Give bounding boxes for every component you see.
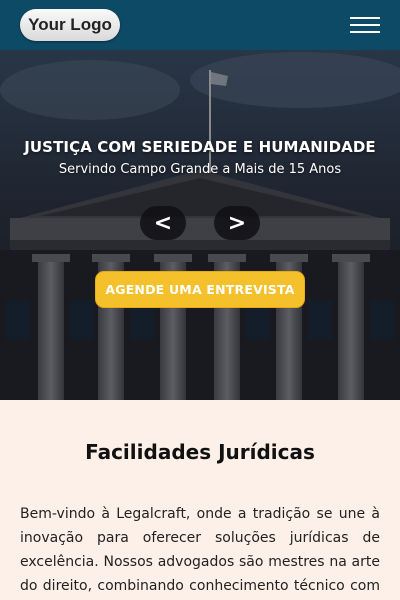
hero-overlay bbox=[0, 50, 400, 400]
slider-next-button[interactable]: > bbox=[214, 206, 260, 240]
menu-bar bbox=[350, 17, 380, 19]
schedule-interview-button[interactable]: AGENDE UMA ENTREVISTA bbox=[95, 271, 305, 308]
chevron-left-icon: < bbox=[153, 210, 173, 236]
menu-bar bbox=[350, 31, 380, 33]
slider-prev-button[interactable]: < bbox=[140, 206, 186, 240]
hero-title: JUSTIÇA COM SERIEDADE E HUMANIDADE bbox=[24, 138, 376, 156]
site-header: Your Logo bbox=[0, 0, 400, 50]
section-title: Facilidades Jurídicas bbox=[85, 440, 315, 464]
intro-paragraph: Bem-vindo à Legalcraft, onde a tradição … bbox=[20, 506, 380, 594]
hero-subtitle: Servindo Campo Grande a Mais de 15 Anos bbox=[58, 162, 342, 177]
hero-slider: JUSTIÇA COM SERIEDADE E HUMANIDADE Servi… bbox=[0, 50, 400, 400]
logo[interactable]: Your Logo bbox=[20, 9, 120, 41]
menu-bar bbox=[350, 24, 380, 26]
chevron-right-icon: > bbox=[227, 210, 247, 236]
hamburger-menu-icon[interactable] bbox=[350, 15, 380, 35]
